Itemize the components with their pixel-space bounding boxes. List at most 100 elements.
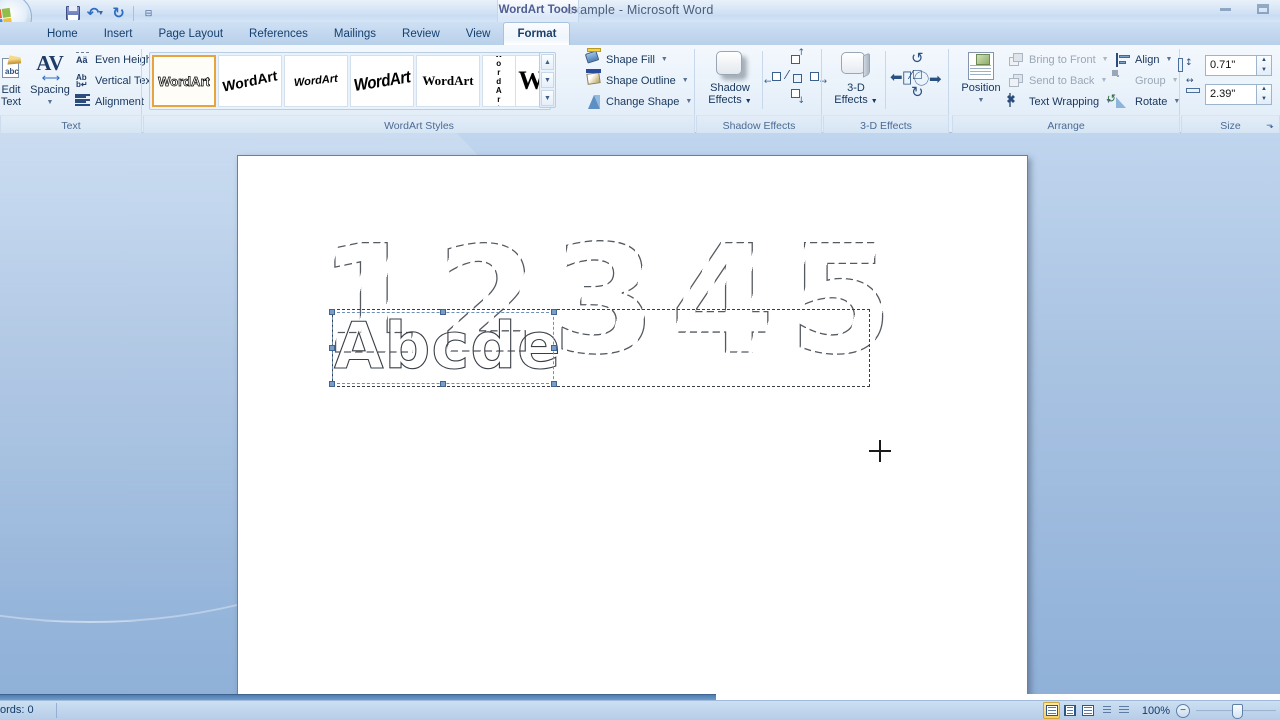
resize-handle-se[interactable] <box>551 381 557 387</box>
shape-height-input[interactable]: 0.71" <box>1205 54 1257 76</box>
send-to-back-label: Send to Back <box>1029 74 1095 87</box>
status-bar-right: 100% − <box>1043 702 1276 719</box>
tab-insert[interactable]: Insert <box>91 24 146 45</box>
shadow-toggle-icon[interactable]: ⁄ <box>786 68 804 86</box>
position-button[interactable]: Position ▼ <box>956 49 1006 106</box>
bring-to-front-icon <box>1009 52 1025 68</box>
tilt-up-icon[interactable]: ↺ <box>911 49 924 67</box>
wordart-gallery-scrollbar[interactable]: ▲ ▼ ▼ <box>539 52 556 108</box>
send-to-back-icon <box>1009 73 1025 89</box>
shadow-effects-button[interactable]: Shadow Effects ▼ <box>700 49 760 107</box>
text-wrapping-label: Text Wrapping <box>1029 95 1100 108</box>
edit-text-icon: abc <box>0 51 24 85</box>
tilt-down-icon[interactable]: ↻ <box>911 83 924 101</box>
wordart-style-4[interactable]: WordArt <box>350 55 414 107</box>
shape-height-step-up[interactable]: ▲ <box>1257 56 1271 66</box>
resize-handle-ne[interactable] <box>551 309 557 315</box>
nudge-shadow-left-icon[interactable]: ← <box>764 68 785 87</box>
text-wrapping-button[interactable]: ✖ Text Wrapping ▼ <box>1006 91 1112 112</box>
tab-home[interactable]: Home <box>34 24 91 45</box>
shape-height-stepper[interactable]: ▲ ▼ <box>1257 54 1272 76</box>
zoom-slider-thumb[interactable] <box>1232 703 1243 719</box>
edit-text-button[interactable]: abc Edit Text <box>0 51 28 108</box>
rotate-button[interactable]: ↺ Rotate ▼ <box>1107 91 1180 112</box>
alignment-icon <box>75 93 91 110</box>
draft-view[interactable] <box>1115 702 1132 719</box>
web-layout-view[interactable] <box>1079 702 1096 719</box>
restore-button[interactable] <box>1250 1 1276 17</box>
group-label-3d-effects: 3-D Effects <box>860 120 912 132</box>
shape-outline-button[interactable]: Shape Outline ▼ <box>583 68 691 91</box>
view-buttons <box>1043 702 1132 719</box>
gallery-more-icon[interactable]: ▼ <box>541 90 554 106</box>
shape-width-step-down[interactable]: ▼ <box>1257 94 1271 104</box>
document-page[interactable]: 1 2 3 4 5 Abcde <box>237 155 1028 700</box>
shape-fill-button[interactable]: Shape Fill ▼ <box>583 47 691 70</box>
send-to-back-button[interactable]: Send to Back ▼ <box>1006 70 1110 91</box>
tab-format[interactable]: Format <box>503 22 571 45</box>
even-height-button[interactable]: Aä Even Height <box>72 49 155 70</box>
alignment-button[interactable]: Alignment ▼ <box>72 91 157 112</box>
resize-handle-e[interactable] <box>551 345 557 351</box>
gallery-scroll-up-icon[interactable]: ▲ <box>541 54 554 70</box>
shape-width-stepper[interactable]: ▲ ▼ <box>1257 83 1272 105</box>
wordart-style-6[interactable]: WordArt <box>483 56 515 106</box>
wordart-shape-commands: Shape Fill ▼ Shape Outline ▼ Change Shap… <box>583 47 692 112</box>
size-dialog-launcher[interactable]: ⬎ <box>1264 119 1276 131</box>
ribbon-group-text: abc Edit Text AV ⟷ Spacing ▼ Aä Even Hei… <box>0 45 157 133</box>
selection-border <box>332 312 554 384</box>
nudge-shadow-up-icon[interactable]: ↑ <box>786 48 805 68</box>
change-shape-button[interactable]: Change Shape ▼ <box>583 91 692 112</box>
tab-view[interactable]: View <box>453 24 504 45</box>
group-button[interactable]: Group ▼ <box>1112 69 1180 91</box>
ribbon-group-shadow-effects: Shadow Effects ▼ ↑ ← ⁄ → ↓ Shadow Effect… <box>696 45 827 133</box>
gallery-scroll-down-icon[interactable]: ▼ <box>541 72 554 88</box>
resize-handle-nw[interactable] <box>329 309 335 315</box>
full-screen-reading-view[interactable] <box>1061 702 1078 719</box>
spacing-icon: AV ⟷ <box>36 51 64 85</box>
shape-width-input[interactable]: 2.39" <box>1205 83 1257 105</box>
outline-view[interactable] <box>1097 702 1114 719</box>
word-count-label[interactable]: ords: 0 <box>0 704 34 716</box>
wordart-style-3[interactable]: WordArt <box>284 55 348 107</box>
shape-height-step-down[interactable]: ▼ <box>1257 65 1271 75</box>
minimize-button[interactable] <box>1212 1 1238 17</box>
resize-handle-sw[interactable] <box>329 381 335 387</box>
resize-handle-s[interactable] <box>440 381 446 387</box>
zoom-level-label[interactable]: 100% <box>1138 705 1170 717</box>
tilt-left-icon[interactable]: ⬅⃝ <box>890 68 912 86</box>
shadow-effects-label: Shadow Effects ▼ <box>708 82 752 106</box>
bring-to-front-button[interactable]: Bring to Front ▼ <box>1006 49 1110 70</box>
wordart-style-1[interactable]: WordArt <box>152 55 216 107</box>
spacing-button[interactable]: AV ⟷ Spacing ▼ <box>28 51 72 108</box>
shape-width-step-up[interactable]: ▲ <box>1257 85 1271 95</box>
align-icon <box>1115 52 1131 68</box>
tab-mailings[interactable]: Mailings <box>321 24 389 45</box>
resize-handle-n[interactable] <box>440 309 446 315</box>
wordart-style-5[interactable]: WordArt <box>416 55 480 107</box>
align-button[interactable]: Align ▼ <box>1112 49 1180 70</box>
ribbon: abc Edit Text AV ⟷ Spacing ▼ Aä Even Hei… <box>0 45 1280 133</box>
shape-fill-icon <box>584 47 602 68</box>
word-application-window: ↶ ▼ ↻ ⊟ example - Microsoft Word WordArt … <box>0 0 1280 720</box>
shape-height-row: ↕ 0.71" ▲ ▼ <box>1178 53 1272 77</box>
zoom-out-button[interactable]: − <box>1176 703 1190 718</box>
window-controls <box>1212 1 1276 17</box>
status-bar: ords: 0 100% − <box>0 700 1280 720</box>
tab-review[interactable]: Review <box>389 24 453 45</box>
tilt-right-icon[interactable]: ⃝➡ <box>929 68 942 89</box>
wordart-style-2[interactable]: WordArt <box>218 55 282 107</box>
three-d-effects-button[interactable]: 3-D Effects ▼ <box>829 49 883 107</box>
vertical-text-button[interactable]: Ab b↵ Vertical Text <box>72 70 154 91</box>
shape-fill-label: Shape Fill <box>606 53 655 66</box>
nudge-shadow-down-icon[interactable]: ↓ <box>786 85 805 106</box>
three-d-toggle-icon[interactable]: ⁄☐ <box>910 68 923 82</box>
tab-page-layout[interactable]: Page Layout <box>145 24 236 45</box>
tab-references[interactable]: References <box>236 24 321 45</box>
zoom-slider[interactable] <box>1196 703 1276 719</box>
wordart-object-abcde[interactable]: Abcde <box>329 309 561 387</box>
print-layout-view[interactable] <box>1043 702 1060 719</box>
text-group-commands: Aä Even Height Ab b↵ Vertical Text Alignm… <box>72 49 157 112</box>
resize-handle-w[interactable] <box>329 345 335 351</box>
shadow-effects-icon <box>710 49 750 83</box>
